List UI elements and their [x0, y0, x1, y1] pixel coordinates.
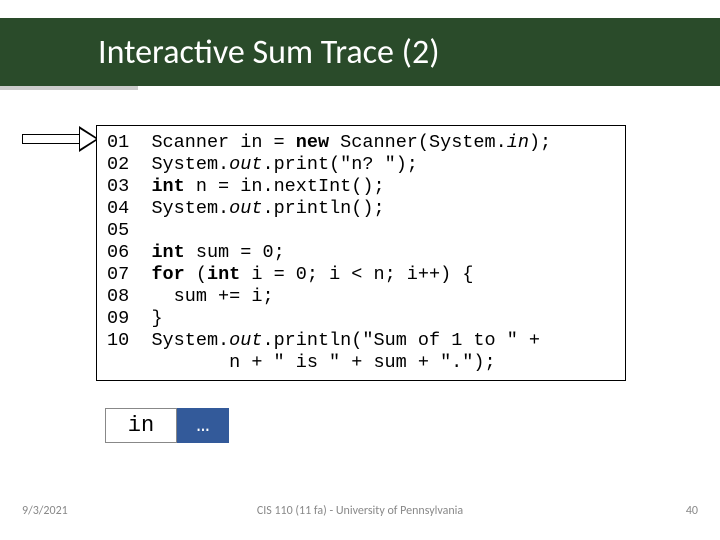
footer-center: CIS 110 (11 fa) - University of Pennsylv…	[257, 504, 463, 518]
line-num: 10	[107, 330, 129, 351]
title-underline	[0, 86, 138, 90]
line-num: 08	[107, 286, 129, 307]
slide: Interactive Sum Trace (2) 01 Scanner in …	[0, 0, 720, 540]
footer-page: 40	[686, 504, 698, 518]
footer-date: 9/3/2021	[22, 504, 68, 518]
code-block: 01 Scanner in = new Scanner(System.in); …	[96, 125, 626, 381]
line-num: 02	[107, 154, 129, 175]
footer: 9/3/2021 CIS 110 (11 fa) - University of…	[0, 504, 720, 518]
line-num: 04	[107, 198, 129, 219]
line-num: 07	[107, 264, 129, 285]
var-in-value: …	[177, 408, 229, 443]
line-num: 05	[107, 220, 129, 241]
line-num: 03	[107, 176, 129, 197]
variable-display: in …	[105, 408, 229, 443]
line-num: 06	[107, 242, 129, 263]
var-in-label: in	[105, 408, 177, 443]
slide-title: Interactive Sum Trace (2)	[98, 32, 440, 73]
line-num: 09	[107, 308, 129, 329]
trace-arrow	[22, 128, 100, 150]
title-band: Interactive Sum Trace (2)	[0, 18, 720, 86]
line-num: 01	[107, 132, 129, 153]
